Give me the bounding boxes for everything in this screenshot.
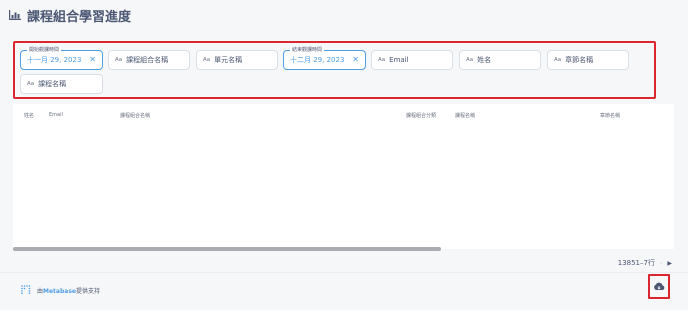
- next-page-icon[interactable]: ▶: [667, 260, 672, 267]
- filter-label: 姓名: [477, 56, 492, 64]
- column-header-email[interactable]: Email: [42, 112, 63, 118]
- text-filter-icon: Aa: [378, 57, 386, 63]
- pagination: 13851–7行 ‹ ▶: [618, 258, 672, 268]
- filter-bar: 開始觀課時間 十一月 29, 2023 ✕ Aa 課程組合名稱 Aa 單元名稱 …: [13, 41, 656, 99]
- filter-unit-name[interactable]: Aa 單元名稱: [196, 50, 278, 70]
- dashboard-header: 課程組合學習進度: [0, 0, 688, 32]
- prev-page-icon[interactable]: ‹: [660, 260, 662, 267]
- text-filter-icon: Aa: [554, 57, 562, 63]
- column-header-course-combo-category[interactable]: 課程組合分類: [399, 112, 436, 119]
- powered-by-text[interactable]: 由Metabase提供支持: [37, 286, 100, 295]
- filter-label: Email: [389, 56, 409, 64]
- filter-end-date-value: 十二月 29, 2023: [290, 56, 345, 64]
- row-range: 13851–7行: [617, 259, 655, 267]
- filter-name[interactable]: Aa 姓名: [459, 50, 541, 70]
- filter-label: 單元名稱: [214, 56, 243, 64]
- metabase-link[interactable]: Metabase: [43, 288, 76, 295]
- horizontal-scrollbar[interactable]: [13, 247, 441, 251]
- filter-email[interactable]: Aa Email: [371, 50, 453, 70]
- column-header-course-name[interactable]: 課程名稱: [448, 112, 475, 119]
- filter-start-date-value: 十一月 29, 2023: [27, 56, 82, 64]
- column-header-name[interactable]: 姓名: [17, 112, 34, 119]
- clear-icon[interactable]: ✕: [89, 55, 96, 65]
- filter-course-name[interactable]: Aa 課程名稱: [20, 74, 103, 94]
- cloud-download-icon: [654, 282, 665, 290]
- text-filter-icon: Aa: [203, 57, 211, 63]
- filter-label: 課程組合名稱: [126, 56, 169, 64]
- text-filter-icon: Aa: [115, 57, 123, 63]
- results-table: 姓名 Email 課程組合名稱 課程組合分類 課程名稱 章節名稱: [13, 104, 674, 249]
- text-filter-icon: Aa: [466, 57, 474, 63]
- metabase-logo-icon: [21, 285, 31, 294]
- filter-course-combo-name[interactable]: Aa 課程組合名稱: [108, 50, 190, 70]
- filter-label: 課程名稱: [38, 80, 67, 88]
- filter-end-date[interactable]: 結束觀課時間 十二月 29, 2023 ✕: [283, 46, 366, 70]
- footer: 由Metabase提供支持: [0, 272, 688, 310]
- filter-label: 章節名稱: [565, 56, 594, 64]
- filter-start-date[interactable]: 開始觀課時間 十一月 29, 2023 ✕: [20, 46, 103, 70]
- bar-chart-icon: [9, 10, 21, 20]
- clear-icon[interactable]: ✕: [352, 55, 359, 65]
- filter-end-date-legend: 結束觀課時間: [290, 46, 325, 54]
- column-header-chapter-name[interactable]: 章節名稱: [593, 112, 620, 119]
- column-header-course-combo-name[interactable]: 課程組合名稱: [113, 112, 150, 119]
- download-button[interactable]: [648, 274, 670, 299]
- filter-start-date-legend: 開始觀課時間: [27, 46, 62, 54]
- text-filter-icon: Aa: [27, 81, 35, 87]
- page-title: 課程組合學習進度: [27, 10, 132, 25]
- filter-chapter-name[interactable]: Aa 章節名稱: [547, 50, 629, 70]
